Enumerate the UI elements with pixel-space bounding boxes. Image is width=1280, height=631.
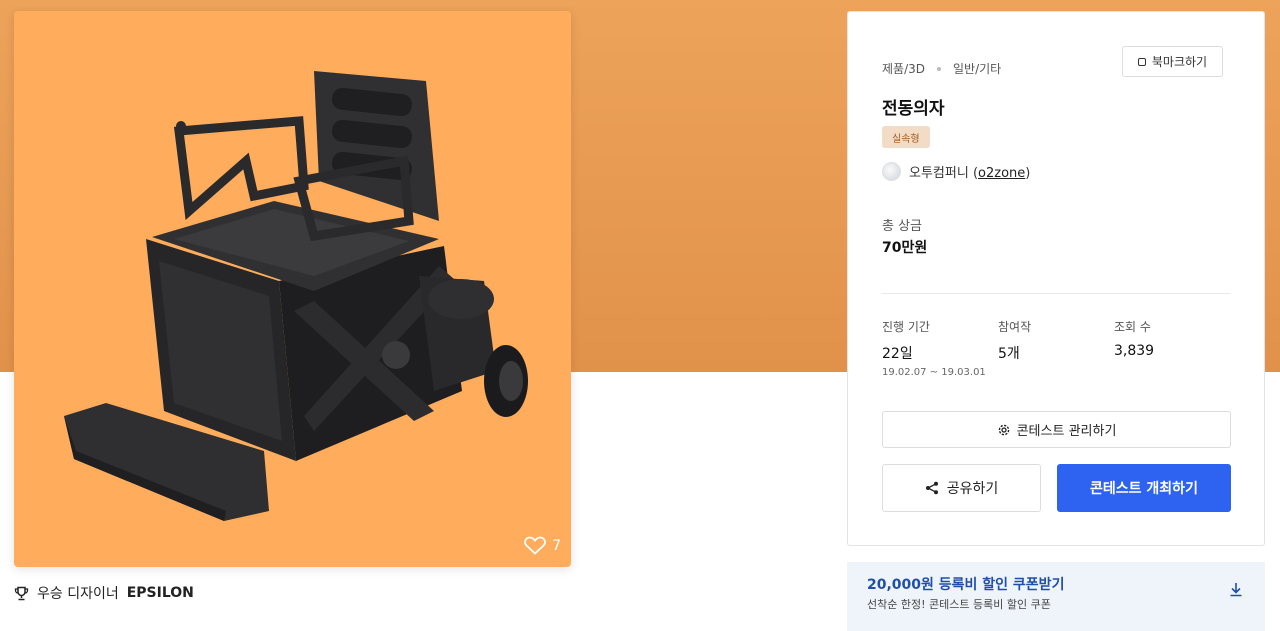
breadcrumb-subcategory[interactable]: 일반/기타 — [953, 60, 1001, 77]
breadcrumb-separator — [937, 66, 941, 71]
period-label: 진행 기간 — [882, 320, 930, 334]
gear-icon — [998, 424, 1009, 435]
contest-type-badge: 실속형 — [882, 126, 930, 148]
host-name: 오투컴퍼니 — [909, 166, 969, 181]
stat-views: 조회 수 3,839 — [1114, 318, 1154, 359]
coupon-title: 20,000원 등록비 할인 쿠폰받기 — [867, 577, 1065, 593]
host-id-link[interactable]: o2zone — [978, 166, 1025, 181]
product-image — [64, 71, 528, 521]
breadcrumb: 제품/3D 일반/기타 — [882, 60, 1001, 77]
breadcrumb-category[interactable]: 제품/3D — [882, 60, 925, 77]
manage-contest-button[interactable]: 콘테스트 관리하기 — [882, 411, 1231, 448]
bookmark-icon — [1137, 57, 1146, 66]
views-value: 3,839 — [1114, 343, 1155, 359]
host-info[interactable]: 오투컴퍼니 (o2zone) — [882, 162, 1030, 181]
share-icon — [925, 481, 938, 495]
like-button[interactable]: 7 — [524, 536, 561, 555]
prize-label: 총 상금 — [882, 219, 923, 234]
coupon-banner[interactable]: 20,000원 등록비 할인 쿠폰받기 선착순 한정! 콘테스트 등록비 할인 … — [847, 562, 1265, 631]
contest-title: 전동의자 — [882, 99, 945, 119]
like-count: 7 — [552, 537, 561, 554]
manage-contest-label: 콘테스트 관리하기 — [1016, 424, 1117, 439]
views-label: 조회 수 — [1114, 320, 1151, 334]
stat-period: 진행 기간 22일 19.02.07 ~ 19.03.01 — [882, 318, 986, 378]
winner-prefix: 우승 디자이너 — [37, 586, 119, 602]
bookmark-label: 북마크하기 — [1151, 55, 1208, 69]
contest-info-panel: 제품/3D 일반/기타 북마크하기 전동의자 실속형 오투컴퍼니 (o2zone… — [847, 11, 1265, 546]
host-avatar — [882, 162, 901, 181]
share-button[interactable]: 공유하기 — [882, 464, 1041, 512]
period-value: 22일 — [882, 346, 913, 362]
entries-label: 참여작 — [998, 320, 1032, 334]
share-label: 공유하기 — [946, 481, 999, 497]
coupon-subtitle: 선착순 한정! 콘테스트 등록비 할인 쿠폰 — [867, 598, 1051, 611]
period-range: 19.02.07 ~ 19.03.01 — [882, 367, 986, 378]
host-contest-button[interactable]: 콘테스트 개최하기 — [1057, 464, 1231, 512]
bookmark-button[interactable]: 북마크하기 — [1122, 46, 1223, 77]
host-id-close: ) — [1025, 166, 1031, 181]
product-image-card[interactable]: 7 — [14, 11, 571, 567]
heart-icon — [524, 536, 546, 555]
divider — [882, 293, 1230, 294]
winner-info: 우승 디자이너 EPSILON — [14, 583, 194, 603]
winner-name: EPSILON — [126, 585, 194, 601]
prize-value: 70만원 — [882, 240, 928, 256]
download-icon[interactable] — [1229, 582, 1243, 597]
stat-entries: 참여작 5개 — [998, 318, 1031, 363]
trophy-icon — [14, 586, 29, 600]
entries-value: 5개 — [998, 346, 1020, 362]
